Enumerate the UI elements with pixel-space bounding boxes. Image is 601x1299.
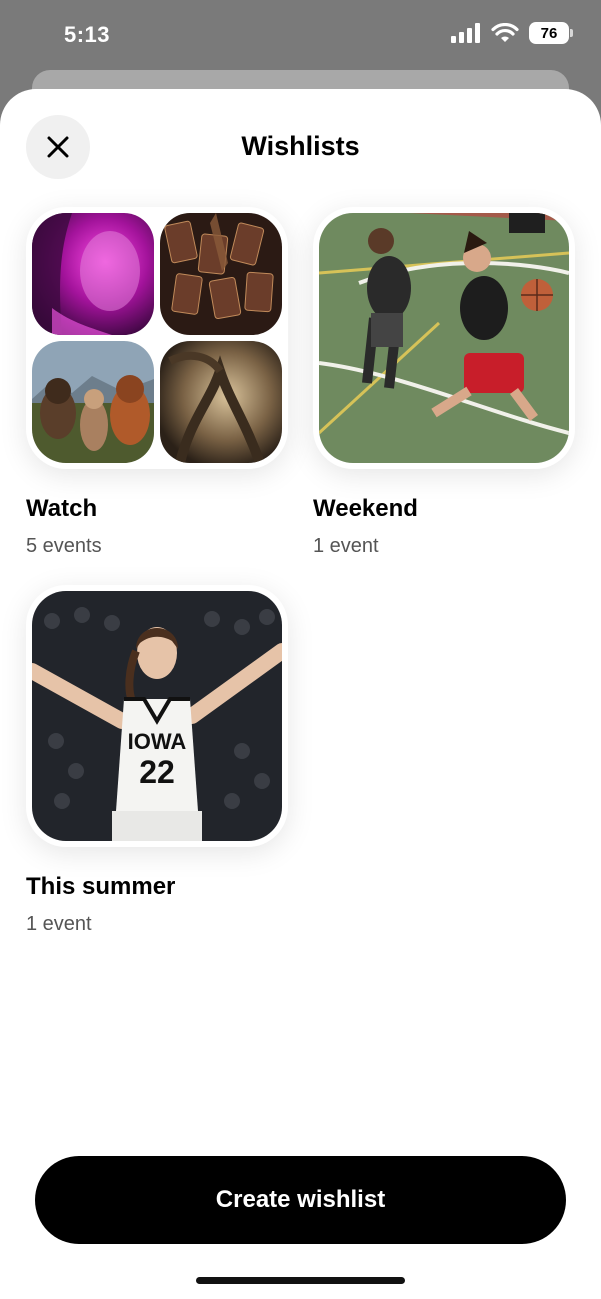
cover-image-tarot-cards [160,213,282,335]
wishlist-event-count: 1 event [313,535,379,557]
wishlist-card-watch[interactable]: Watch 5 events [26,207,288,558]
cover-image-basketball-court [319,213,569,463]
wishlist-cover[interactable] [26,207,288,469]
cover-image-apes [32,341,154,463]
cover-image-basketball-player: IOWA 22 [32,591,282,841]
header: Wishlists [0,89,601,204]
wishlist-name: Watch [26,495,98,522]
cover-image-portrait [32,213,154,335]
jersey-number: 22 [139,754,175,790]
jersey-team: IOWA [128,729,187,754]
wishlist-name: This summer [26,873,176,900]
wishlist-card-weekend[interactable]: Weekend 1 event [313,207,575,558]
wishlist-cover[interactable]: IOWA 22 [26,585,288,847]
create-wishlist-button[interactable]: Create wishlist [35,1156,566,1244]
battery-icon: 76 [529,22,573,44]
wishlists-sheet: Wishlists Watch 5 events Weekend 1 event… [0,89,601,1299]
wishlist-cover[interactable] [313,207,575,469]
status-time: 5:13 [64,22,111,47]
wishlist-event-count: 5 events [26,535,102,557]
cellular-signal-icon [451,23,480,43]
battery-level: 76 [540,24,558,42]
page-title: Wishlists [241,131,360,161]
wishlist-event-count: 1 event [26,913,92,935]
wifi-icon [491,23,519,42]
cover-image-staircase [160,341,282,463]
home-indicator [196,1277,405,1284]
status-bar: 5:13 76 [0,0,601,70]
status-icons: 76 [451,22,573,44]
wishlist-card-this-summer[interactable]: IOWA 22 This summer 1 event [26,585,288,936]
wishlist-name: Weekend [313,495,418,522]
